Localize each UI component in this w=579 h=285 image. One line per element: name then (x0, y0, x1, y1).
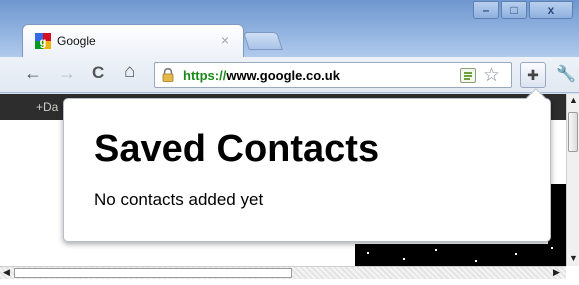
url-text: https://www.google.co.uk (183, 68, 340, 83)
bookmark-star-icon[interactable]: ☆ (483, 64, 500, 87)
scroll-down-icon[interactable]: ▼ (569, 253, 578, 263)
horizontal-scroll-thumb[interactable] (14, 268, 292, 278)
maximize-button[interactable]: □ (501, 1, 527, 19)
toolbar: ← → C ⌂ https://www.google.co.uk ☆ ✚ 🔧 (0, 57, 579, 93)
extension-puzzle-icon[interactable]: ✚ (520, 62, 546, 88)
home-icon[interactable]: ⌂ (124, 61, 135, 83)
window-controls: – □ x (471, 1, 573, 19)
svg-text:g: g (40, 37, 47, 49)
vertical-scrollbar[interactable]: ▲ ▼ (566, 94, 579, 266)
url-scheme: https:// (183, 68, 227, 83)
popup-title: Saved Contacts (94, 128, 380, 170)
browser-window: – □ x g Google × ← → C ⌂ https://www.goo… (0, 0, 579, 285)
extension-popup: Saved Contacts No contacts added yet (63, 88, 551, 242)
minimize-button[interactable]: – (473, 1, 499, 19)
tab-close-icon[interactable]: × (221, 32, 229, 48)
address-bar[interactable]: https://www.google.co.uk ☆ (154, 62, 512, 88)
horizontal-scrollbar[interactable]: ◀ ▶ (0, 266, 566, 279)
background-image-strip (355, 244, 566, 266)
scroll-left-icon[interactable]: ◀ (3, 267, 10, 278)
close-window-button[interactable]: x (529, 1, 573, 19)
scroll-right-icon[interactable]: ▶ (553, 267, 560, 278)
scroll-up-icon[interactable]: ▲ (569, 95, 578, 105)
reload-icon[interactable]: C (92, 63, 104, 83)
lock-icon (162, 68, 174, 82)
forward-icon[interactable]: → (58, 63, 76, 84)
tab-title: Google (57, 34, 96, 48)
url-host: www.google.co.uk (226, 68, 340, 83)
empty-state-message: No contacts added yet (94, 190, 264, 209)
back-icon[interactable]: ← (24, 63, 42, 84)
vertical-scroll-thumb[interactable] (568, 112, 578, 152)
page-action-icon[interactable] (460, 68, 476, 83)
gbar-link[interactable]: +Da (36, 100, 58, 114)
wrench-menu-icon[interactable]: 🔧 (556, 64, 576, 84)
new-tab-button[interactable] (243, 32, 283, 50)
google-favicon-icon: g (35, 33, 51, 49)
tab-google[interactable]: g Google × (22, 24, 244, 58)
